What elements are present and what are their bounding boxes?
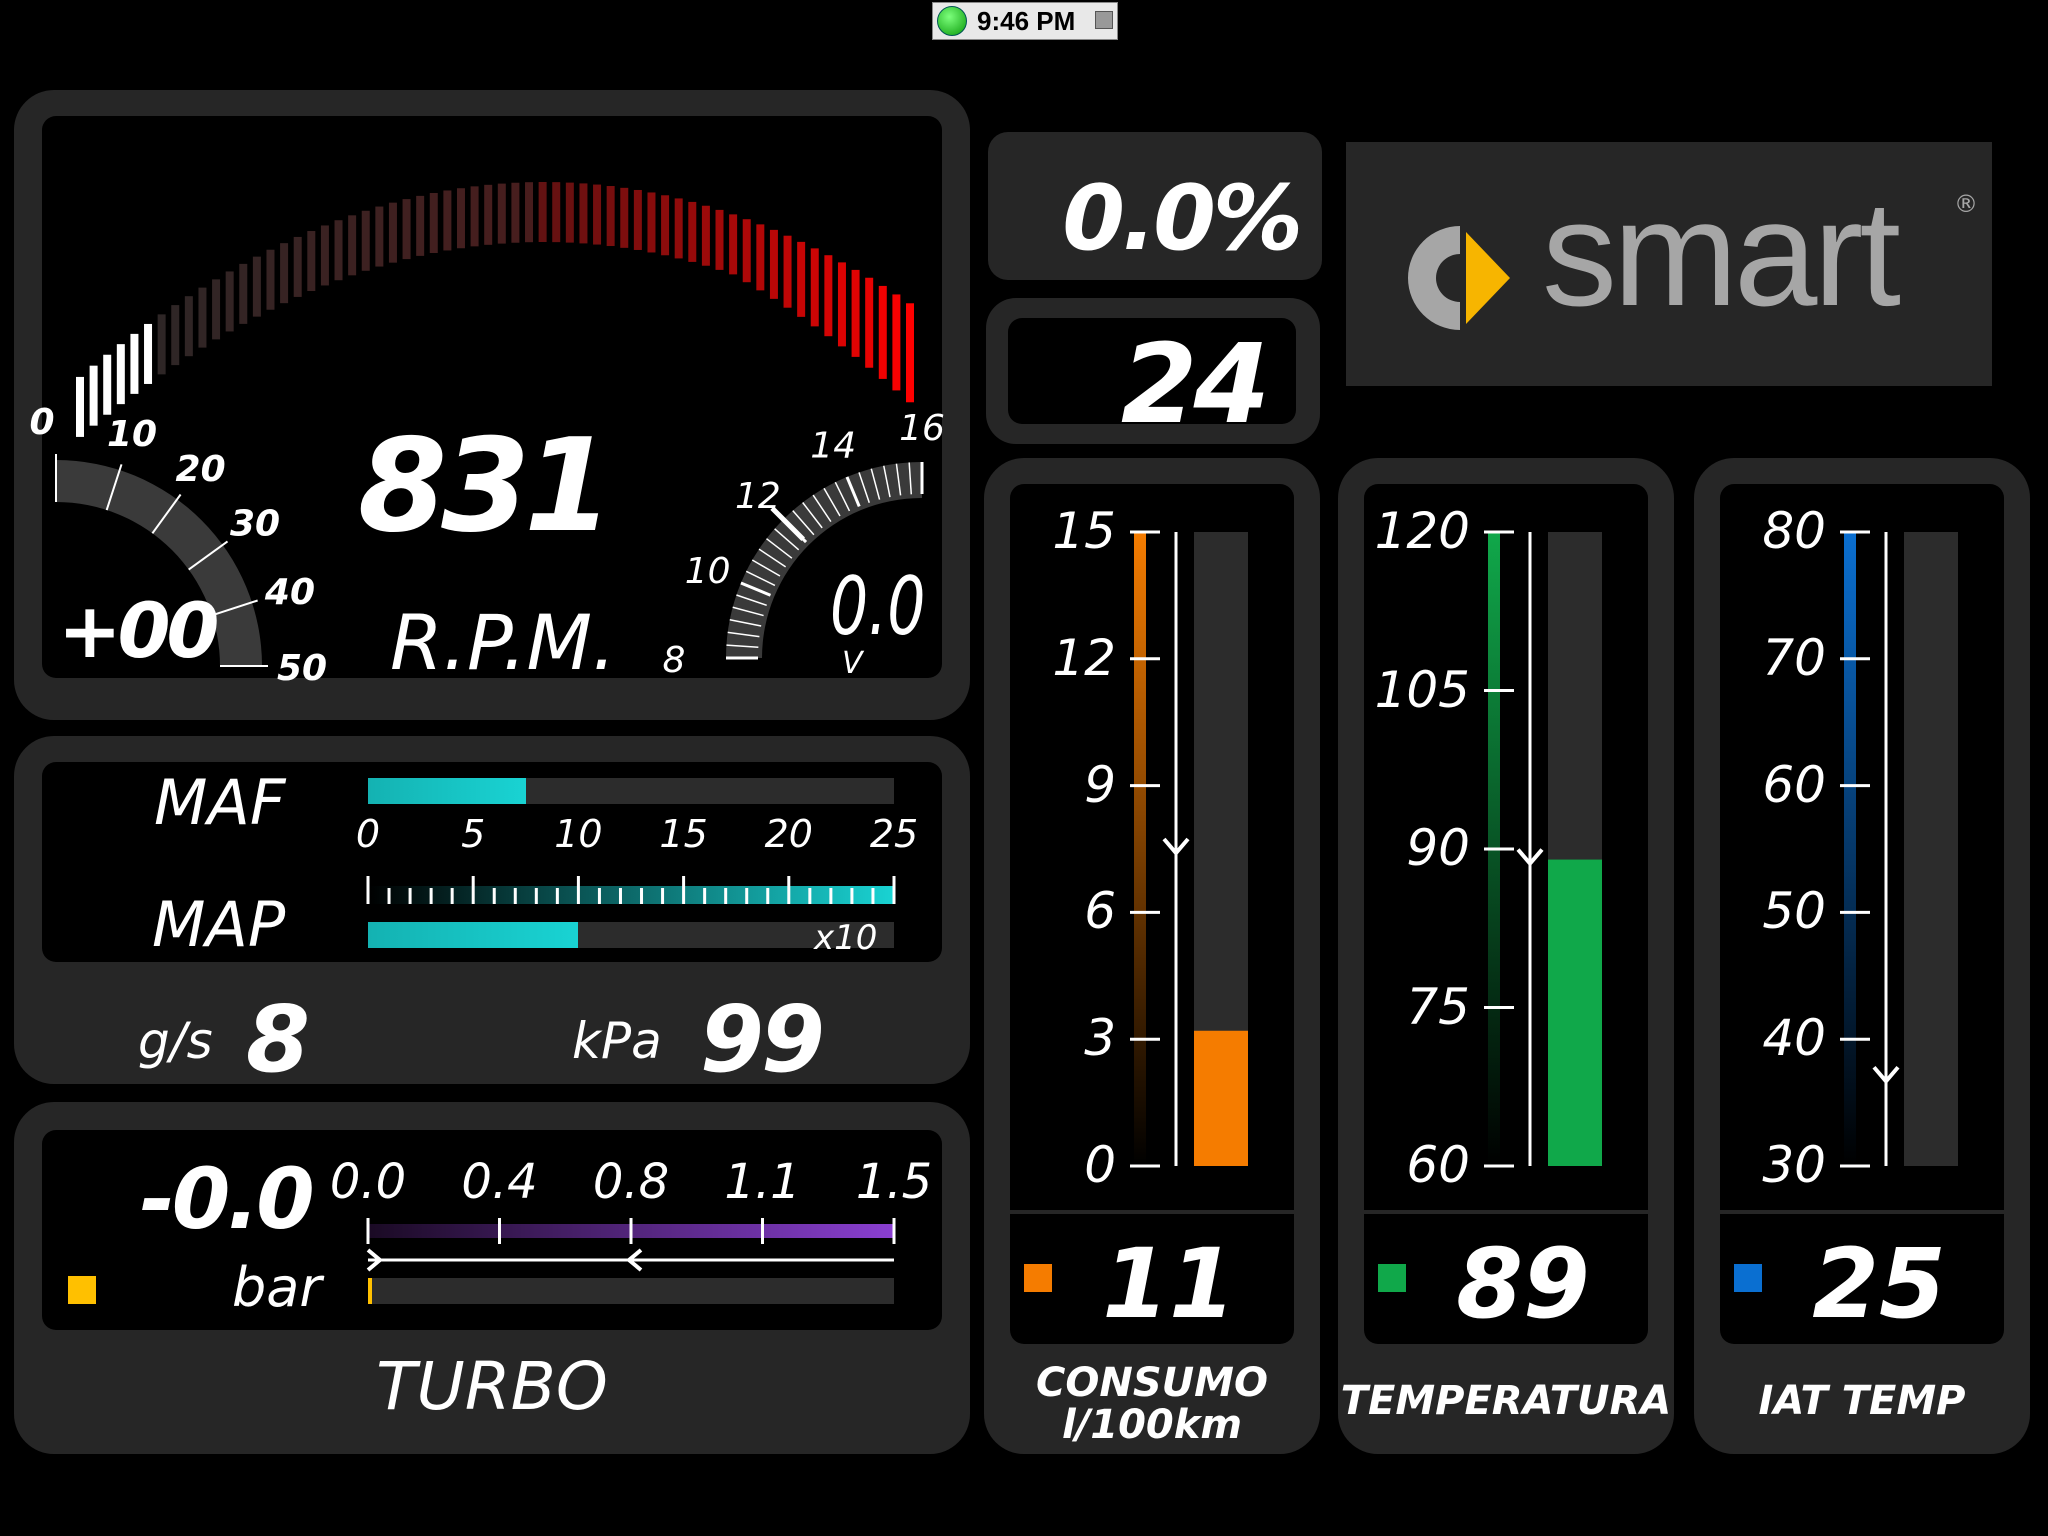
gauge-scale-label: 0 bbox=[1084, 1136, 1116, 1194]
gauge-bar-track bbox=[1904, 532, 1958, 1166]
gauge-bar-fill bbox=[1548, 859, 1602, 1166]
gauge-scale-label: 75 bbox=[1406, 977, 1470, 1036]
gauge-color-icon bbox=[1378, 1264, 1406, 1292]
gauge-scale-label: 80 bbox=[1762, 502, 1826, 560]
gauge-scale-strip bbox=[1134, 532, 1146, 1166]
gauge-scale-label: 12 bbox=[1052, 628, 1116, 687]
turbo-bar-track bbox=[368, 1278, 894, 1304]
gauge-scale-label: 105 bbox=[1374, 660, 1470, 719]
gauge-scale-label: 60 bbox=[1762, 755, 1826, 814]
gauge-scale-label: 60 bbox=[1406, 1136, 1470, 1194]
turbo-title: TURBO bbox=[376, 1348, 608, 1425]
gauge-value: 89 bbox=[1456, 1228, 1590, 1340]
gauge-unit: l/100km bbox=[1061, 1402, 1243, 1448]
gauge-scale-label: 90 bbox=[1406, 819, 1470, 877]
gauge-scale-label: 9 bbox=[1084, 755, 1116, 814]
gauge-scale-label: 3 bbox=[1084, 1009, 1116, 1068]
gauge-scale-strip bbox=[1844, 532, 1856, 1166]
gauge-bar-fill bbox=[1194, 1030, 1248, 1166]
gauge-scale-label: 6 bbox=[1084, 882, 1116, 941]
gauge-scale-label: 30 bbox=[1762, 1136, 1826, 1194]
gauge-title: IAT TEMP bbox=[1758, 1378, 1966, 1424]
gauge-scale-label: 15 bbox=[1052, 502, 1116, 560]
gauge-title: TEMPERATURA bbox=[1340, 1378, 1672, 1424]
gauge-title: CONSUMO bbox=[1036, 1360, 1268, 1406]
gauge-scale-label: 40 bbox=[1762, 1009, 1826, 1068]
gauge-scale-label: 50 bbox=[1762, 882, 1826, 941]
gauge-color-icon bbox=[1024, 1264, 1052, 1292]
gauge-scale-label: 70 bbox=[1762, 628, 1826, 687]
gauge-color-icon bbox=[1734, 1264, 1762, 1292]
gauge-value: 25 bbox=[1812, 1228, 1946, 1340]
turbo-bar-fill bbox=[368, 1278, 372, 1304]
gauge-value: 11 bbox=[1102, 1228, 1236, 1340]
gauge-scale-label: 120 bbox=[1374, 502, 1470, 560]
